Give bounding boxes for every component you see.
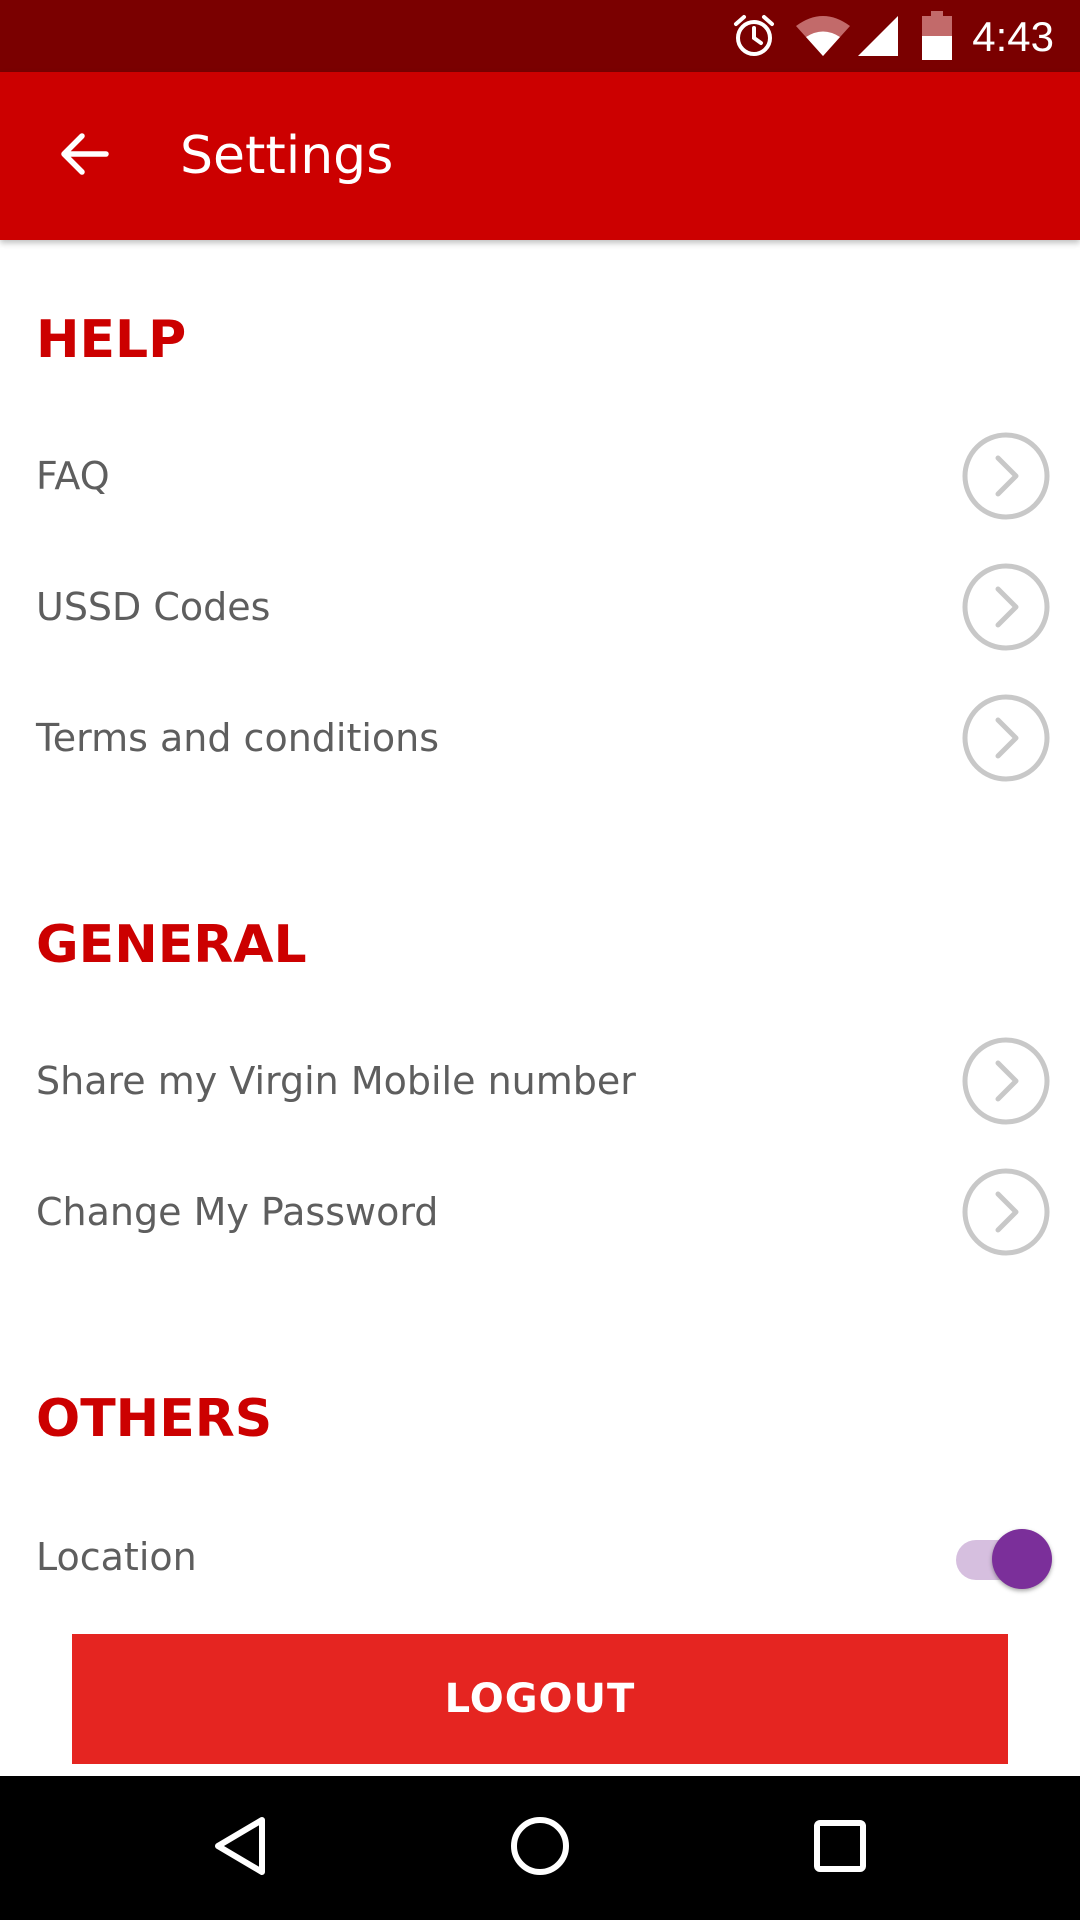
settings-item-label: Terms and conditions: [36, 716, 440, 760]
back-triangle-icon: [210, 1814, 270, 1882]
logout-button[interactable]: LOGOUT: [72, 1634, 1008, 1764]
status-bar: 4:43: [0, 0, 1080, 72]
chevron-right-circle-icon: [962, 1037, 1050, 1125]
location-toggle[interactable]: [936, 1528, 1056, 1592]
settings-item-label: Change My Password: [36, 1190, 439, 1234]
nav-home-button[interactable]: [500, 1808, 580, 1888]
system-nav-bar: [0, 1776, 1080, 1920]
chevron-right-circle-icon: [962, 563, 1050, 651]
settings-item-ussd-codes[interactable]: USSD Codes: [0, 542, 1080, 672]
page-title: Settings: [180, 126, 394, 186]
settings-item-share-number[interactable]: Share my Virgin Mobile number: [0, 1016, 1080, 1146]
chevron-right-circle-icon: [962, 1168, 1050, 1256]
settings-item-label: Location: [36, 1535, 197, 1579]
section-header-help: HELP: [36, 310, 187, 370]
back-button[interactable]: [40, 112, 128, 200]
wifi-icon: [794, 0, 852, 72]
settings-item-faq[interactable]: FAQ: [0, 411, 1080, 541]
section-header-general: GENERAL: [36, 915, 307, 975]
settings-item-location: Location: [0, 1492, 1080, 1622]
nav-recents-button[interactable]: [800, 1808, 880, 1888]
status-time: 4:43: [972, 13, 1054, 60]
settings-item-change-password[interactable]: Change My Password: [0, 1147, 1080, 1277]
chevron-right-circle-icon: [962, 694, 1050, 782]
settings-item-label: Share my Virgin Mobile number: [36, 1059, 636, 1103]
battery-icon: [920, 0, 954, 72]
toggle-thumb: [992, 1529, 1052, 1589]
cell-signal-icon: [856, 0, 900, 72]
app-bar: Settings: [0, 72, 1080, 240]
settings-item-label: USSD Codes: [36, 585, 271, 629]
settings-item-label: FAQ: [36, 454, 110, 498]
recents-square-icon: [810, 1816, 870, 1880]
alarm-icon: [730, 0, 778, 72]
section-header-others: OTHERS: [36, 1389, 273, 1449]
arrow-left-icon: [58, 128, 110, 184]
settings-item-terms[interactable]: Terms and conditions: [0, 673, 1080, 803]
chevron-right-circle-icon: [962, 432, 1050, 520]
nav-back-button[interactable]: [200, 1808, 280, 1888]
home-circle-icon: [508, 1814, 572, 1882]
